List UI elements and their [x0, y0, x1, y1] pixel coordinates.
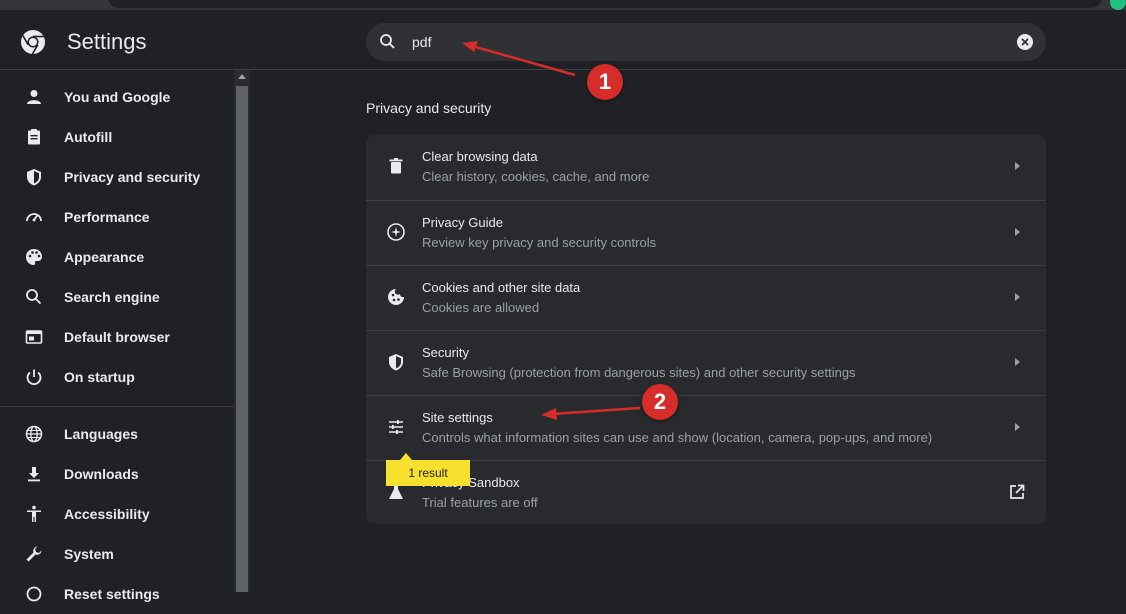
search-result-bubble: 1 result [386, 453, 470, 486]
section-title: Privacy and security [366, 100, 492, 116]
row-title: Security [422, 345, 469, 360]
accessibility-icon [27, 505, 41, 522]
globe-icon [25, 425, 43, 443]
row-cookies[interactable]: Cookies and other site data Cookies are … [366, 265, 1046, 330]
chevron-right-icon [1015, 293, 1020, 301]
sidebar-item-autofill[interactable]: Autofill [0, 117, 234, 157]
chevron-right-icon [1015, 162, 1020, 170]
chrome-logo-icon [21, 30, 45, 55]
chevron-right-icon [1015, 228, 1020, 236]
profile-avatar[interactable] [1110, 0, 1126, 10]
search-icon [380, 34, 395, 49]
download-icon [28, 467, 40, 482]
row-subtitle: Clear history, cookies, cache, and more [422, 169, 650, 184]
row-subtitle: Trial features are off [422, 495, 538, 510]
row-security[interactable]: Security Safe Browsing (protection from … [366, 330, 1046, 395]
sidebar-nav: You and Google Autofill Privacy and secu… [0, 70, 234, 602]
sidebar-item-label: Downloads [64, 466, 139, 482]
browser-window-icon [25, 330, 43, 344]
sidebar-item-label: Performance [64, 209, 150, 225]
sliders-icon [389, 420, 403, 434]
chevron-right-icon [1015, 358, 1020, 366]
sidebar-divider [0, 406, 234, 407]
sidebar-scrollbar[interactable] [234, 70, 250, 592]
search-icon [26, 289, 42, 305]
sidebar-item-label: Search engine [64, 289, 160, 305]
sidebar-item-label: Privacy and security [64, 169, 201, 185]
power-icon [26, 369, 42, 386]
annotation-badge-2: 2 [642, 384, 678, 420]
page-title: Settings [67, 29, 147, 54]
sidebar-item-search-engine[interactable]: Search engine [0, 277, 234, 317]
sidebar-item-you-and-google[interactable]: You and Google [0, 77, 234, 117]
trash-icon [389, 158, 403, 174]
clipboard-icon [28, 129, 40, 145]
sidebar-item-label: Accessibility [64, 506, 150, 522]
clear-search-icon[interactable] [1016, 33, 1034, 51]
scroll-up-arrow-icon[interactable] [238, 74, 246, 79]
row-subtitle: Cookies are allowed [422, 300, 540, 315]
sidebar-item-label: Autofill [64, 129, 113, 145]
row-subtitle: Safe Browsing (protection from dangerous… [422, 365, 856, 380]
wrench-icon [26, 546, 42, 562]
row-title: Clear browsing data [422, 149, 538, 164]
scrollbar-thumb[interactable] [236, 86, 248, 592]
sidebar-item-downloads[interactable]: Downloads [0, 454, 234, 494]
row-title: Cookies and other site data [422, 280, 581, 295]
sidebar-item-accessibility[interactable]: Accessibility [0, 494, 234, 534]
shield-icon [27, 169, 41, 186]
chevron-right-icon [1015, 423, 1020, 431]
person-icon [27, 90, 41, 104]
palette-icon [26, 249, 42, 265]
sidebar-item-reset-settings[interactable]: Reset settings [0, 574, 234, 614]
sidebar-item-appearance[interactable]: Appearance [0, 237, 234, 277]
cookie-icon [388, 289, 404, 305]
sidebar-item-default-browser[interactable]: Default browser [0, 317, 234, 357]
settings-header: Settings [0, 10, 1126, 70]
sidebar-item-label: Appearance [64, 249, 145, 265]
sidebar-item-label: Default browser [64, 329, 170, 345]
sidebar-item-on-startup[interactable]: On startup [0, 357, 234, 397]
row-subtitle: Review key privacy and security controls [422, 235, 657, 250]
compass-icon [387, 223, 405, 241]
speedometer-icon [26, 213, 42, 222]
row-subtitle: Controls what information sites can use … [422, 430, 933, 445]
sidebar-item-languages[interactable]: Languages [0, 414, 234, 454]
sidebar-item-privacy[interactable]: Privacy and security [0, 157, 234, 197]
address-bar[interactable] [108, 0, 1102, 8]
row-privacy-guide[interactable]: Privacy Guide Review key privacy and sec… [366, 200, 1046, 265]
search-input[interactable] [412, 23, 972, 61]
sidebar-item-label: On startup [64, 369, 135, 385]
browser-toolbar [0, 0, 1126, 10]
reset-icon [26, 586, 42, 602]
annotation-badge-1: 1 [587, 64, 623, 100]
row-title: Site settings [422, 410, 493, 425]
sidebar-item-label: You and Google [64, 89, 171, 105]
sidebar-item-performance[interactable]: Performance [0, 197, 234, 237]
sidebar-item-system[interactable]: System [0, 534, 234, 574]
sidebar-item-label: System [64, 546, 114, 562]
sidebar-item-label: Reset settings [64, 586, 160, 602]
settings-search[interactable] [366, 23, 1046, 61]
row-title: Privacy Guide [422, 215, 503, 230]
row-clear-browsing-data[interactable]: Clear browsing data Clear history, cooki… [366, 135, 1046, 200]
external-link-icon[interactable] [1008, 483, 1026, 501]
row-site-settings[interactable]: Site settings Controls what information … [366, 395, 1046, 460]
shield-icon [389, 354, 403, 371]
sidebar-item-label: Languages [64, 426, 138, 442]
